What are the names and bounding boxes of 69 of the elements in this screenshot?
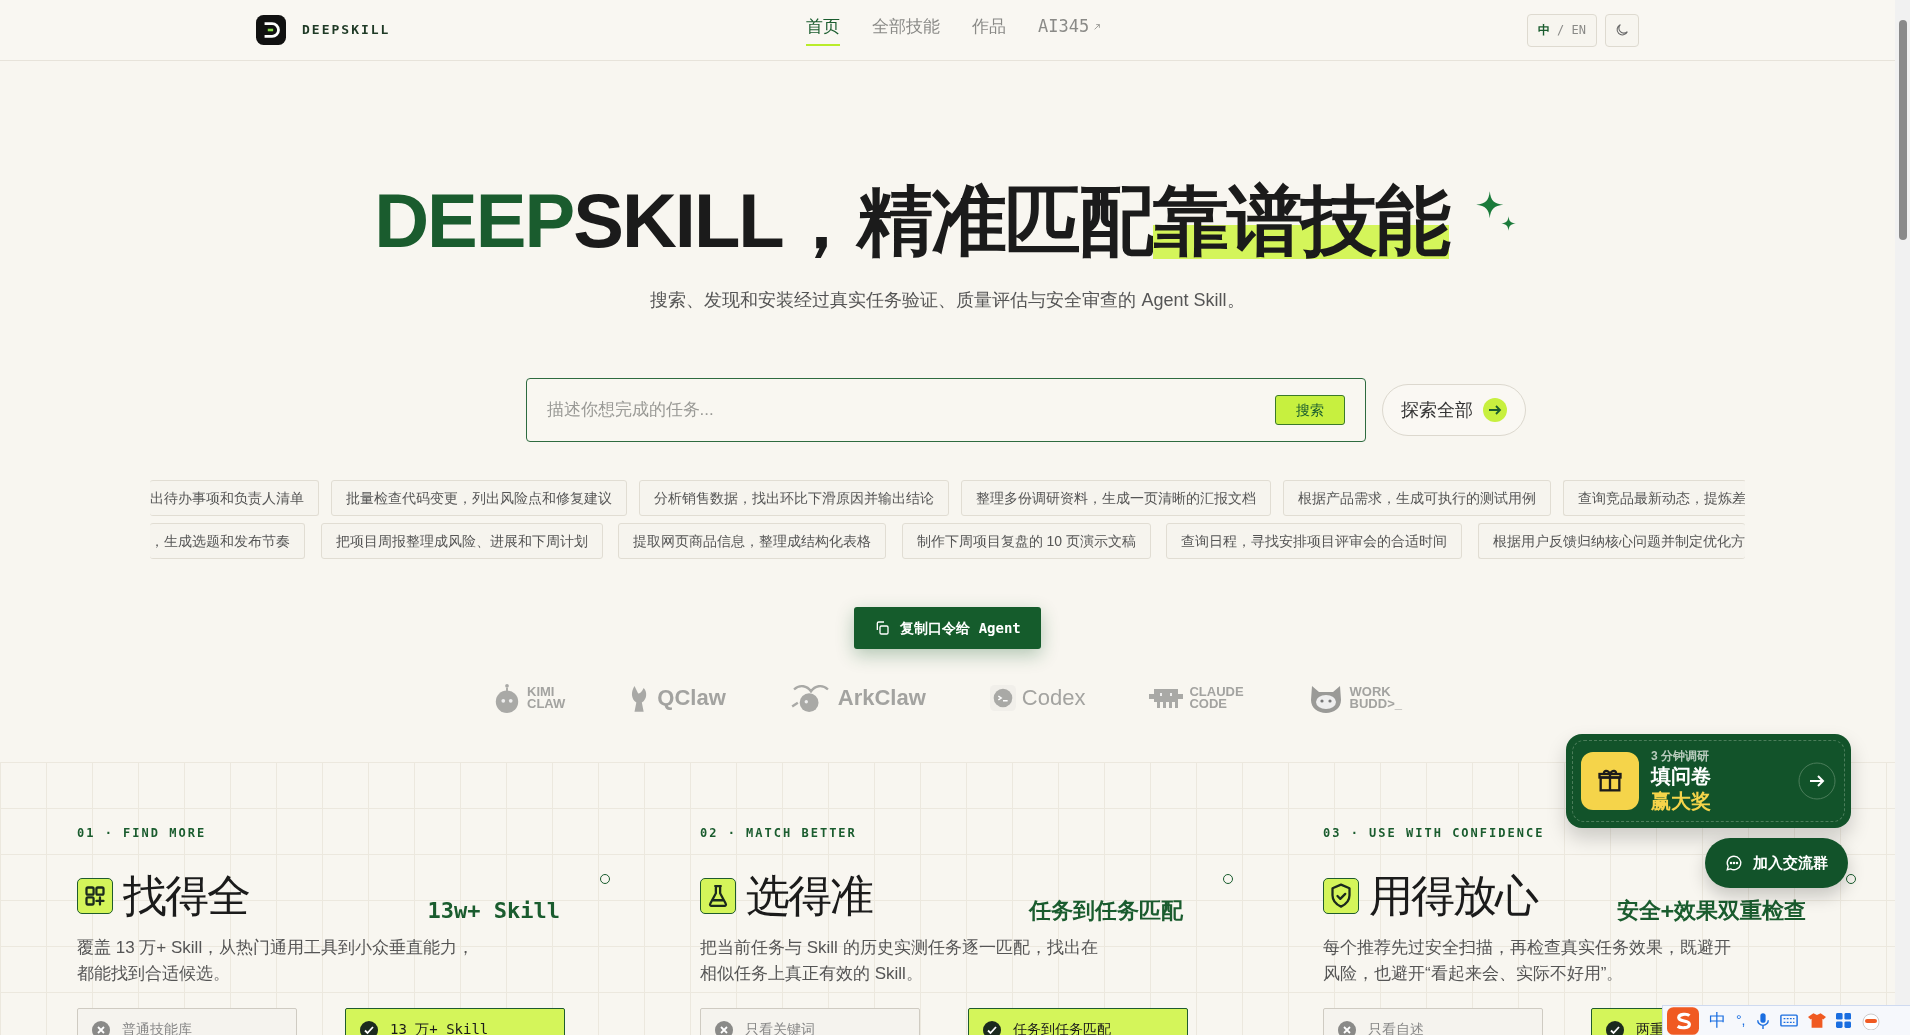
keyboard-icon[interactable]	[1779, 1014, 1798, 1027]
microphone-icon[interactable]	[1755, 1011, 1770, 1030]
feature-eyebrow: 03 · USE WITH CONFIDENCE	[1323, 825, 1545, 842]
feature-stat: 13w+ Skill	[427, 897, 560, 925]
arrow-right-icon	[1482, 398, 1507, 422]
partner-logo: Codex	[989, 685, 1086, 711]
feature-stat: 任务到任务匹配	[1029, 897, 1183, 925]
prompt-chip[interactable]: 分析销售数据，找出环比下滑原因并输出结论	[639, 480, 949, 516]
explore-all-button[interactable]: 探索全部	[1381, 384, 1526, 436]
bunny-icon	[789, 682, 832, 714]
feature-eyebrow: 01 · FIND MORE	[77, 825, 207, 842]
partner-logo: QClaw	[629, 682, 726, 714]
ime-punctuation[interactable]: °,	[1736, 1010, 1746, 1031]
x-icon	[715, 1020, 733, 1035]
prompt-chip[interactable]: 查询竞品最新动态，提炼差	[1563, 480, 1745, 516]
prompt-chip[interactable]: ，生成选题和发布节奏	[150, 523, 305, 559]
feature-title: 找得全	[123, 873, 249, 918]
feature-title: 用得放心	[1369, 873, 1537, 918]
prompt-chip[interactable]: 查询日程，寻找安排项目评审会的合适时间	[1166, 523, 1463, 559]
feature-description: 每个推荐先过安全扫描，再检查真实任务效果，既避开风险，也避开“看起来会、实际不好用”。	[1323, 937, 1732, 986]
comparison-pill: 只看自述	[1323, 1007, 1543, 1035]
theme-toggle[interactable]	[1605, 13, 1639, 47]
feature-title: 选得准	[746, 873, 872, 918]
partner-logo: KIMI CLAW	[493, 682, 566, 714]
copy-icon	[874, 620, 891, 636]
pixel-creature-icon	[1149, 686, 1184, 710]
search-field[interactable]: 描述你想完成的任务... 搜索	[525, 378, 1366, 442]
check-icon	[360, 1020, 378, 1035]
prompt-chip[interactable]: 根据产品需求，生成可执行的测试用例	[1283, 480, 1551, 516]
nav-link[interactable]: 首页	[806, 14, 840, 46]
search-button[interactable]: 搜索	[1274, 395, 1345, 425]
shirt-icon[interactable]	[1807, 1012, 1826, 1029]
feature-stat: 安全+效果双重检查	[1616, 897, 1806, 925]
survey-card[interactable]: 3 分钟调研 填问卷 赢大奖	[1566, 734, 1851, 828]
terminal-cloud-icon	[989, 685, 1016, 711]
partner-logo: ArkClaw	[789, 682, 926, 714]
prompt-chip[interactable]: 批量检查代码变更，列出风险点和修复建议	[331, 480, 627, 516]
check-icon	[1606, 1020, 1624, 1035]
survey-prize: 赢大奖	[1651, 788, 1711, 814]
feature-description: 把当前任务与 Skill 的历史实测任务逐一匹配，找出在相似任务上真正有效的 Skill。	[700, 937, 1099, 986]
survey-eyebrow: 3 分钟调研	[1651, 748, 1710, 764]
check-icon	[983, 1020, 1001, 1035]
chat-bubble-icon	[1725, 854, 1743, 872]
hero-subtitle: 搜索、发现和安装经过真实任务验证、质量评估与安全审查的 Agent Skill。	[650, 289, 1245, 312]
join-group-button[interactable]: 加入交流群	[1705, 838, 1848, 888]
prompt-chip[interactable]: 出待办事项和负责人清单	[150, 480, 319, 516]
language-toggle[interactable]: 中 / EN	[1526, 13, 1597, 47]
x-icon	[92, 1020, 110, 1035]
prompt-chip[interactable]: 整理多份调研资料，生成一页清晰的汇报文档	[961, 480, 1271, 516]
ime-mode[interactable]: 中	[1709, 1007, 1726, 1034]
prompt-chip[interactable]: 提取网页商品信息，整理成结构化表格	[618, 523, 887, 559]
apps-grid-icon[interactable]	[1835, 1013, 1851, 1028]
copy-prompt-button[interactable]: 复制口令给 Agent	[854, 607, 1041, 649]
prompt-chip[interactable]: 把项目周报整理成风险、进展和下周计划	[320, 523, 603, 559]
feature-eyebrow: 02 · MATCH BETTER	[700, 825, 857, 842]
moon-icon	[1614, 22, 1630, 38]
survey-title: 填问卷	[1651, 763, 1711, 789]
flask-icon	[700, 877, 736, 914]
prompt-chip[interactable]: 制作下周项目复盘的 10 页演示文稿	[901, 523, 1151, 559]
prompt-chip[interactable]: 根据用户反馈归纳核心问题并制定优化方	[1477, 523, 1745, 559]
partner-logo: WORK BUDD>_	[1307, 682, 1402, 714]
logo-icon	[256, 15, 286, 45]
feature-description: 覆盖 13 万+ Skill，从热门通用工具到小众垂直能力，都能找到合适候选。	[77, 937, 476, 986]
grid-plus-icon	[77, 877, 113, 914]
arrow-right-icon	[1798, 762, 1836, 800]
partner-logo: CLAUDE CODE	[1149, 686, 1244, 710]
x-icon	[1338, 1020, 1356, 1035]
shield-check-icon	[1323, 877, 1359, 914]
brand-name: DEEPSKILL	[302, 21, 391, 40]
